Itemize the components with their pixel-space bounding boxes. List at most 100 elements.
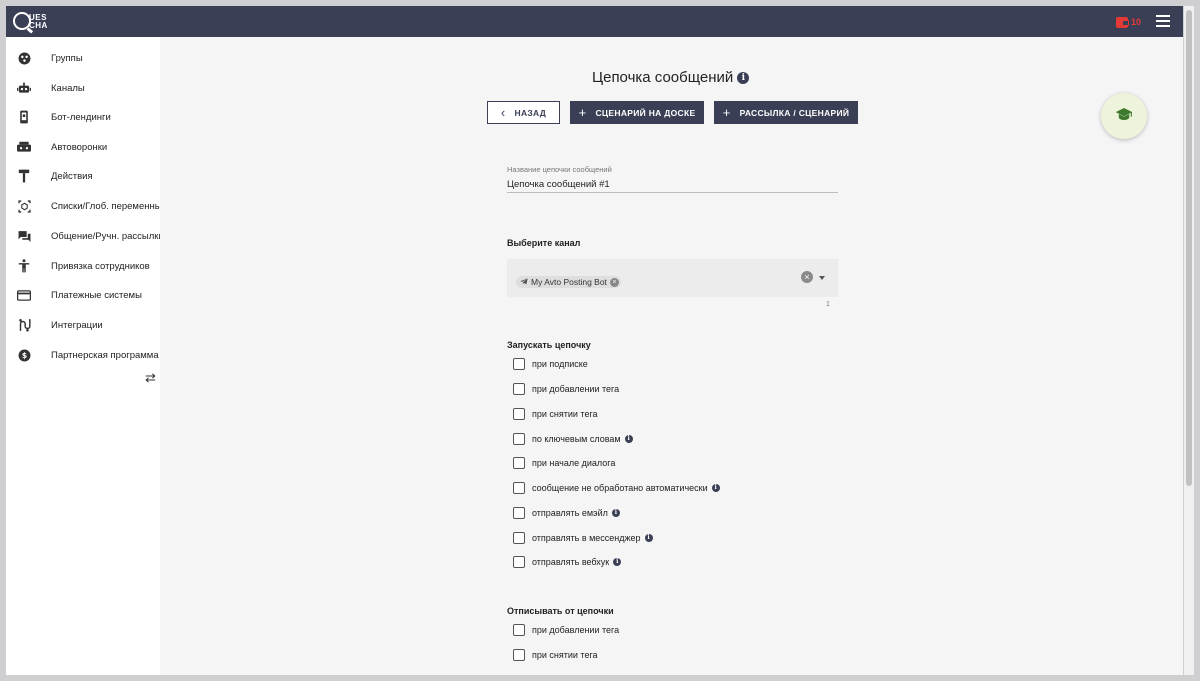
selected-channel-chip: My Avto Posting Bot ×: [516, 276, 621, 288]
graduation-cap-icon: [1115, 107, 1133, 126]
unsubscribe-section-title: Отписывать от цепочки: [507, 606, 614, 616]
sidebar-item-label: Бот-лендинги: [51, 111, 111, 123]
sidebar-item-payment-systems[interactable]: Платежные системы: [6, 282, 160, 308]
balance-indicator[interactable]: 10: [1116, 15, 1141, 29]
start-option-keywords[interactable]: по ключевым словам i: [513, 432, 633, 446]
sidebar-item-partner-program[interactable]: $ Партнерская программа: [6, 342, 160, 368]
back-button-label: НАЗАД: [514, 107, 547, 118]
chat-icon: [17, 229, 31, 243]
chevron-left-icon: ‹: [500, 104, 506, 120]
sidebar-item-integrations[interactable]: Интеграции: [6, 312, 160, 338]
sidebar-item-label: Интеграции: [51, 319, 103, 331]
checkbox-label: при подписке: [532, 359, 588, 369]
checkbox[interactable]: [513, 433, 525, 445]
info-icon[interactable]: i: [624, 435, 633, 443]
sidebar-item-label: Группы: [51, 52, 83, 64]
checkbox[interactable]: [513, 482, 525, 494]
board-scenario-button-label: СЦЕНАРИЙ НА ДОСКЕ: [595, 107, 696, 118]
page-title-text: Цепочка сообщений: [592, 69, 734, 86]
remove-chip-icon[interactable]: ×: [609, 277, 619, 287]
checkbox[interactable]: [513, 624, 525, 636]
plus-icon: +: [578, 104, 587, 120]
robot-icon: [17, 81, 31, 95]
scrollbar-thumb[interactable]: [1186, 10, 1192, 486]
sidebar-item-label: Общение/Ручн. рассылки: [51, 230, 164, 242]
start-option-unhandled-message[interactable]: сообщение не обработано автоматически i: [513, 481, 720, 495]
checkbox-label: при начале диалога: [532, 458, 616, 468]
checkbox[interactable]: [513, 358, 525, 370]
sidebar-item-label: Привязка сотрудников: [51, 260, 150, 272]
start-option-send-webhook[interactable]: отправлять вебхук i: [513, 555, 622, 569]
dollar-icon: $: [17, 348, 31, 362]
checkbox[interactable]: [513, 383, 525, 395]
sidebar-item-actions[interactable]: Действия: [6, 163, 160, 189]
info-icon[interactable]: i: [711, 484, 720, 492]
start-option-send-messenger[interactable]: отправлять в мессенджер i: [513, 531, 653, 545]
telegram-icon: [520, 277, 528, 287]
checkbox-label: при добавлении тега: [532, 384, 620, 394]
sidebar-item-label: Действия: [51, 170, 93, 182]
chain-name-label: Название цепочки сообщений: [507, 165, 612, 174]
start-section-title: Запускать цепочку: [507, 340, 591, 350]
mailing-scenario-button[interactable]: + РАССЫЛКА / СЦЕНАРИЙ: [714, 101, 858, 124]
start-option-on-subscribe[interactable]: при подписке: [513, 357, 588, 371]
clear-selection-icon[interactable]: ×: [801, 271, 813, 283]
swap-icon[interactable]: ⇄: [145, 371, 156, 385]
tutorial-button[interactable]: [1101, 93, 1147, 139]
checkbox-label: при снятии тега: [532, 650, 598, 660]
checkbox-label: при добавлении тега: [532, 625, 620, 635]
info-icon[interactable]: i: [737, 71, 750, 84]
chevron-down-icon[interactable]: [819, 276, 825, 280]
balance-count: 10: [1131, 17, 1142, 27]
checkbox[interactable]: [513, 507, 525, 519]
unsubscribe-option-tag-removed[interactable]: при снятии тега: [513, 648, 598, 662]
checkbox[interactable]: [513, 408, 525, 420]
channel-section-title: Выберите канал: [507, 238, 581, 248]
main-content: Цепочка сообщений i ‹ НАЗАД + СЦЕНАРИЙ Н…: [160, 37, 1183, 675]
sidebar-item-autofunnels[interactable]: Автоворонки: [6, 134, 160, 160]
sidebar-item-staff-binding[interactable]: Привязка сотрудников: [6, 253, 160, 279]
logo-text-bottom: CHA: [29, 21, 48, 30]
info-icon[interactable]: i: [613, 558, 622, 566]
start-option-tag-added[interactable]: при добавлении тега: [513, 382, 619, 396]
chain-name-input[interactable]: [507, 176, 838, 193]
channel-select[interactable]: My Avto Posting Bot × ×: [507, 259, 838, 297]
selected-count: 1: [826, 301, 830, 308]
hammer-icon: [17, 169, 31, 183]
info-icon[interactable]: i: [611, 509, 620, 517]
checkbox[interactable]: [513, 532, 525, 544]
sidebar-item-label: Платежные системы: [51, 289, 142, 301]
sidebar-item-label: Автоворонки: [51, 141, 108, 153]
checkbox[interactable]: [513, 556, 525, 568]
sidebar-item-bot-landings[interactable]: Бот-лендинги: [6, 104, 160, 130]
sidebar-item-label: Партнерская программа: [51, 349, 159, 361]
menu-icon[interactable]: [1156, 15, 1170, 27]
checkbox[interactable]: [513, 649, 525, 661]
sidebar-item-channels[interactable]: Каналы: [6, 75, 160, 101]
page-title: Цепочка сообщений i: [592, 69, 750, 86]
person-icon: [17, 259, 31, 273]
start-option-tag-removed[interactable]: при снятии тега: [513, 407, 598, 421]
logo[interactable]: UES CHA: [13, 11, 53, 33]
wallet-icon: [1116, 16, 1129, 28]
start-option-dialog-start[interactable]: при начале диалога: [513, 456, 615, 470]
back-button[interactable]: ‹ НАЗАД: [487, 101, 560, 124]
integration-icon: [17, 318, 31, 332]
phone-icon: [17, 110, 31, 124]
top-bar: UES CHA 10: [6, 6, 1183, 37]
sidebar-item-groups[interactable]: Группы: [6, 45, 160, 71]
sidebar-item-chat-mailings[interactable]: Общение/Ручн. рассылки: [6, 223, 164, 249]
groups-icon: [17, 51, 31, 65]
info-icon[interactable]: i: [644, 534, 653, 542]
checkbox-label: отправлять вебхук: [532, 557, 610, 567]
unsubscribe-option-tag-added[interactable]: при добавлении тега: [513, 623, 619, 637]
board-scenario-button[interactable]: + СЦЕНАРИЙ НА ДОСКЕ: [570, 101, 704, 124]
sidebar-item-lists-variables[interactable]: Списки/Глоб. переменные: [6, 193, 167, 219]
card-icon: [17, 288, 31, 302]
selected-channel-name: My Avto Posting Bot: [531, 277, 607, 287]
start-option-send-email[interactable]: отправлять емэйл i: [513, 506, 620, 520]
sidebar-item-label: Каналы: [51, 82, 85, 94]
app-window: UES CHA 10 Группы Каналы Бот-лендинги Ав…: [6, 6, 1183, 675]
sidebar: Группы Каналы Бот-лендинги Автоворонки Д…: [6, 37, 167, 675]
checkbox[interactable]: [513, 457, 525, 469]
